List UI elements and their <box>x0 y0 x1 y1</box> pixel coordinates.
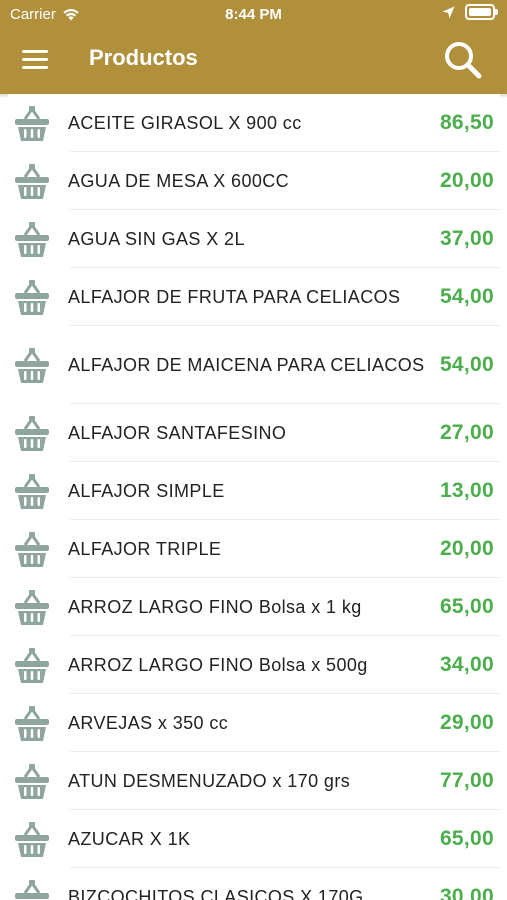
product-price: 37,00 <box>439 227 494 250</box>
product-price: 77,00 <box>439 769 494 792</box>
product-name: AZUCAR X 1K <box>68 828 191 849</box>
page-title: Productos <box>89 45 198 70</box>
product-row[interactable]: ALFAJOR DE FRUTA PARA CELIACOS 54,00 <box>8 268 500 326</box>
product-name: ACEITE GIRASOL X 900 cc <box>68 112 302 133</box>
product-row[interactable]: ATUN DESMENUZADO x 170 grs 77,00 <box>8 752 500 810</box>
status-time: 8:44 PM <box>225 6 282 23</box>
product-price: 27,00 <box>439 421 494 444</box>
product-row[interactable]: ARVEJAS x 350 cc 29,00 <box>8 694 500 752</box>
product-name: AGUA SIN GAS X 2L <box>68 228 245 249</box>
product-price: 65,00 <box>439 595 494 618</box>
product-list[interactable]: ACEITE GIRASOL X 900 cc 86,50 AGUA DE ME… <box>8 94 500 900</box>
product-row[interactable]: ACEITE GIRASOL X 900 cc 86,50 <box>8 94 500 152</box>
status-bar: Carrier 8:44 PM <box>0 0 507 28</box>
product-price: 29,00 <box>439 711 494 734</box>
product-row[interactable]: ARROZ LARGO FINO Bolsa x 1 kg 65,00 <box>8 578 500 636</box>
product-name: ARVEJAS x 350 cc <box>68 712 229 733</box>
product-name: ARROZ LARGO FINO Bolsa x 1 kg <box>68 596 362 617</box>
product-price: 20,00 <box>439 537 494 560</box>
product-name: ALFAJOR TRIPLE <box>68 538 222 559</box>
shopping-basket-icon <box>15 880 49 899</box>
shopping-basket-icon <box>15 474 49 509</box>
product-name: ATUN DESMENUZADO x 170 grs <box>68 770 351 791</box>
shopping-basket-icon <box>15 648 49 683</box>
shopping-basket-icon <box>15 590 49 625</box>
product-name: AGUA DE MESA X 600CC <box>68 170 290 191</box>
product-price: 30,00 <box>439 885 494 900</box>
product-price: 86,50 <box>439 111 494 134</box>
hamburger-menu-icon[interactable] <box>22 50 48 72</box>
product-name: ARROZ LARGO FINO Bolsa x 500g <box>68 654 368 675</box>
battery-icon <box>465 4 498 20</box>
location-arrow-icon <box>442 6 455 18</box>
product-row[interactable]: ARROZ LARGO FINO Bolsa x 500g 34,00 <box>8 636 500 694</box>
product-row[interactable]: AZUCAR X 1K 65,00 <box>8 810 500 868</box>
shopping-basket-icon <box>15 222 49 257</box>
status-right <box>442 4 498 20</box>
product-name: BIZCOCHITOS CLASICOS X 170G <box>68 886 364 900</box>
shopping-basket-icon <box>15 416 49 451</box>
product-name: ALFAJOR DE MAICENA PARA CELIACOS <box>68 354 425 375</box>
product-price: 20,00 <box>439 169 494 192</box>
shopping-basket-icon <box>15 706 49 741</box>
product-name: ALFAJOR SANTAFESINO <box>68 422 287 443</box>
product-name: ALFAJOR DE FRUTA PARA CELIACOS <box>68 286 401 307</box>
product-row[interactable]: AGUA SIN GAS X 2L 37,00 <box>8 210 500 268</box>
product-row[interactable]: ALFAJOR SIMPLE 13,00 <box>8 462 500 520</box>
product-price: 54,00 <box>439 353 494 376</box>
product-price: 34,00 <box>439 653 494 676</box>
product-name: ALFAJOR SIMPLE <box>68 480 225 501</box>
product-row[interactable]: ALFAJOR TRIPLE 20,00 <box>8 520 500 578</box>
app-header: Carrier 8:44 PM Productos <box>0 0 507 94</box>
product-row[interactable]: AGUA DE MESA X 600CC 20,00 <box>8 152 500 210</box>
search-icon[interactable] <box>443 40 483 80</box>
shopping-basket-icon <box>15 280 49 315</box>
product-row[interactable]: BIZCOCHITOS CLASICOS X 170G 30,00 <box>8 868 500 900</box>
shopping-basket-icon <box>15 822 49 857</box>
product-row[interactable]: ALFAJOR DE MAICENA PARA CELIACOS 54,00 <box>8 326 500 404</box>
shopping-basket-icon <box>15 532 49 567</box>
shopping-basket-icon <box>15 348 49 383</box>
product-row[interactable]: ALFAJOR SANTAFESINO 27,00 <box>8 404 500 462</box>
shopping-basket-icon <box>15 164 49 199</box>
shopping-basket-icon <box>15 106 49 141</box>
product-price: 13,00 <box>439 479 494 502</box>
navigation-bar: Productos <box>0 28 507 94</box>
shopping-basket-icon <box>15 764 49 799</box>
product-price: 54,00 <box>439 285 494 308</box>
product-price: 65,00 <box>439 827 494 850</box>
